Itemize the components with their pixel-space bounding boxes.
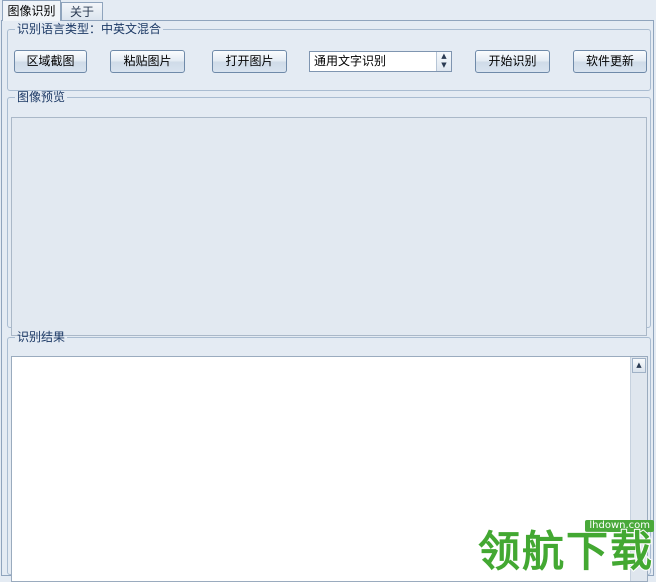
result-textarea[interactable]: ▲ bbox=[11, 356, 648, 582]
main-panel: 识别语言类型：中英文混合 区域截图 粘贴图片 打开图片 通用文字识别 ▲ ▼ 开始… bbox=[1, 20, 654, 582]
result-scrollbar[interactable]: ▲ bbox=[630, 357, 647, 581]
result-group-legend: 识别结果 bbox=[17, 330, 66, 344]
language-group-legend: 识别语言类型：中英文混合 bbox=[17, 22, 162, 36]
software-update-button[interactable]: 软件更新 bbox=[573, 50, 647, 73]
recognition-mode-value: 通用文字识别 bbox=[314, 54, 387, 68]
region-capture-button[interactable]: 区域截图 bbox=[14, 50, 87, 73]
scroll-up-arrow-icon[interactable]: ▲ bbox=[632, 358, 646, 373]
result-text[interactable] bbox=[12, 357, 630, 581]
spin-arrows-icon[interactable]: ▲ ▼ bbox=[436, 52, 451, 71]
tab-image-recognition[interactable]: 图像识别 bbox=[2, 0, 61, 21]
tab-about[interactable]: 关于 bbox=[61, 2, 103, 20]
paste-image-button[interactable]: 粘贴图片 bbox=[110, 50, 185, 73]
open-image-button[interactable]: 打开图片 bbox=[212, 50, 287, 73]
start-recognition-button[interactable]: 开始识别 bbox=[475, 50, 550, 73]
preview-group: 图像预览 bbox=[7, 90, 651, 336]
image-preview-area bbox=[11, 117, 647, 336]
preview-group-legend: 图像预览 bbox=[17, 90, 66, 104]
recognition-mode-select[interactable]: 通用文字识别 ▲ ▼ bbox=[309, 51, 452, 72]
result-group: 识别结果 ▲ bbox=[7, 330, 651, 582]
tab-bar: 图像识别 关于 bbox=[0, 0, 656, 21]
